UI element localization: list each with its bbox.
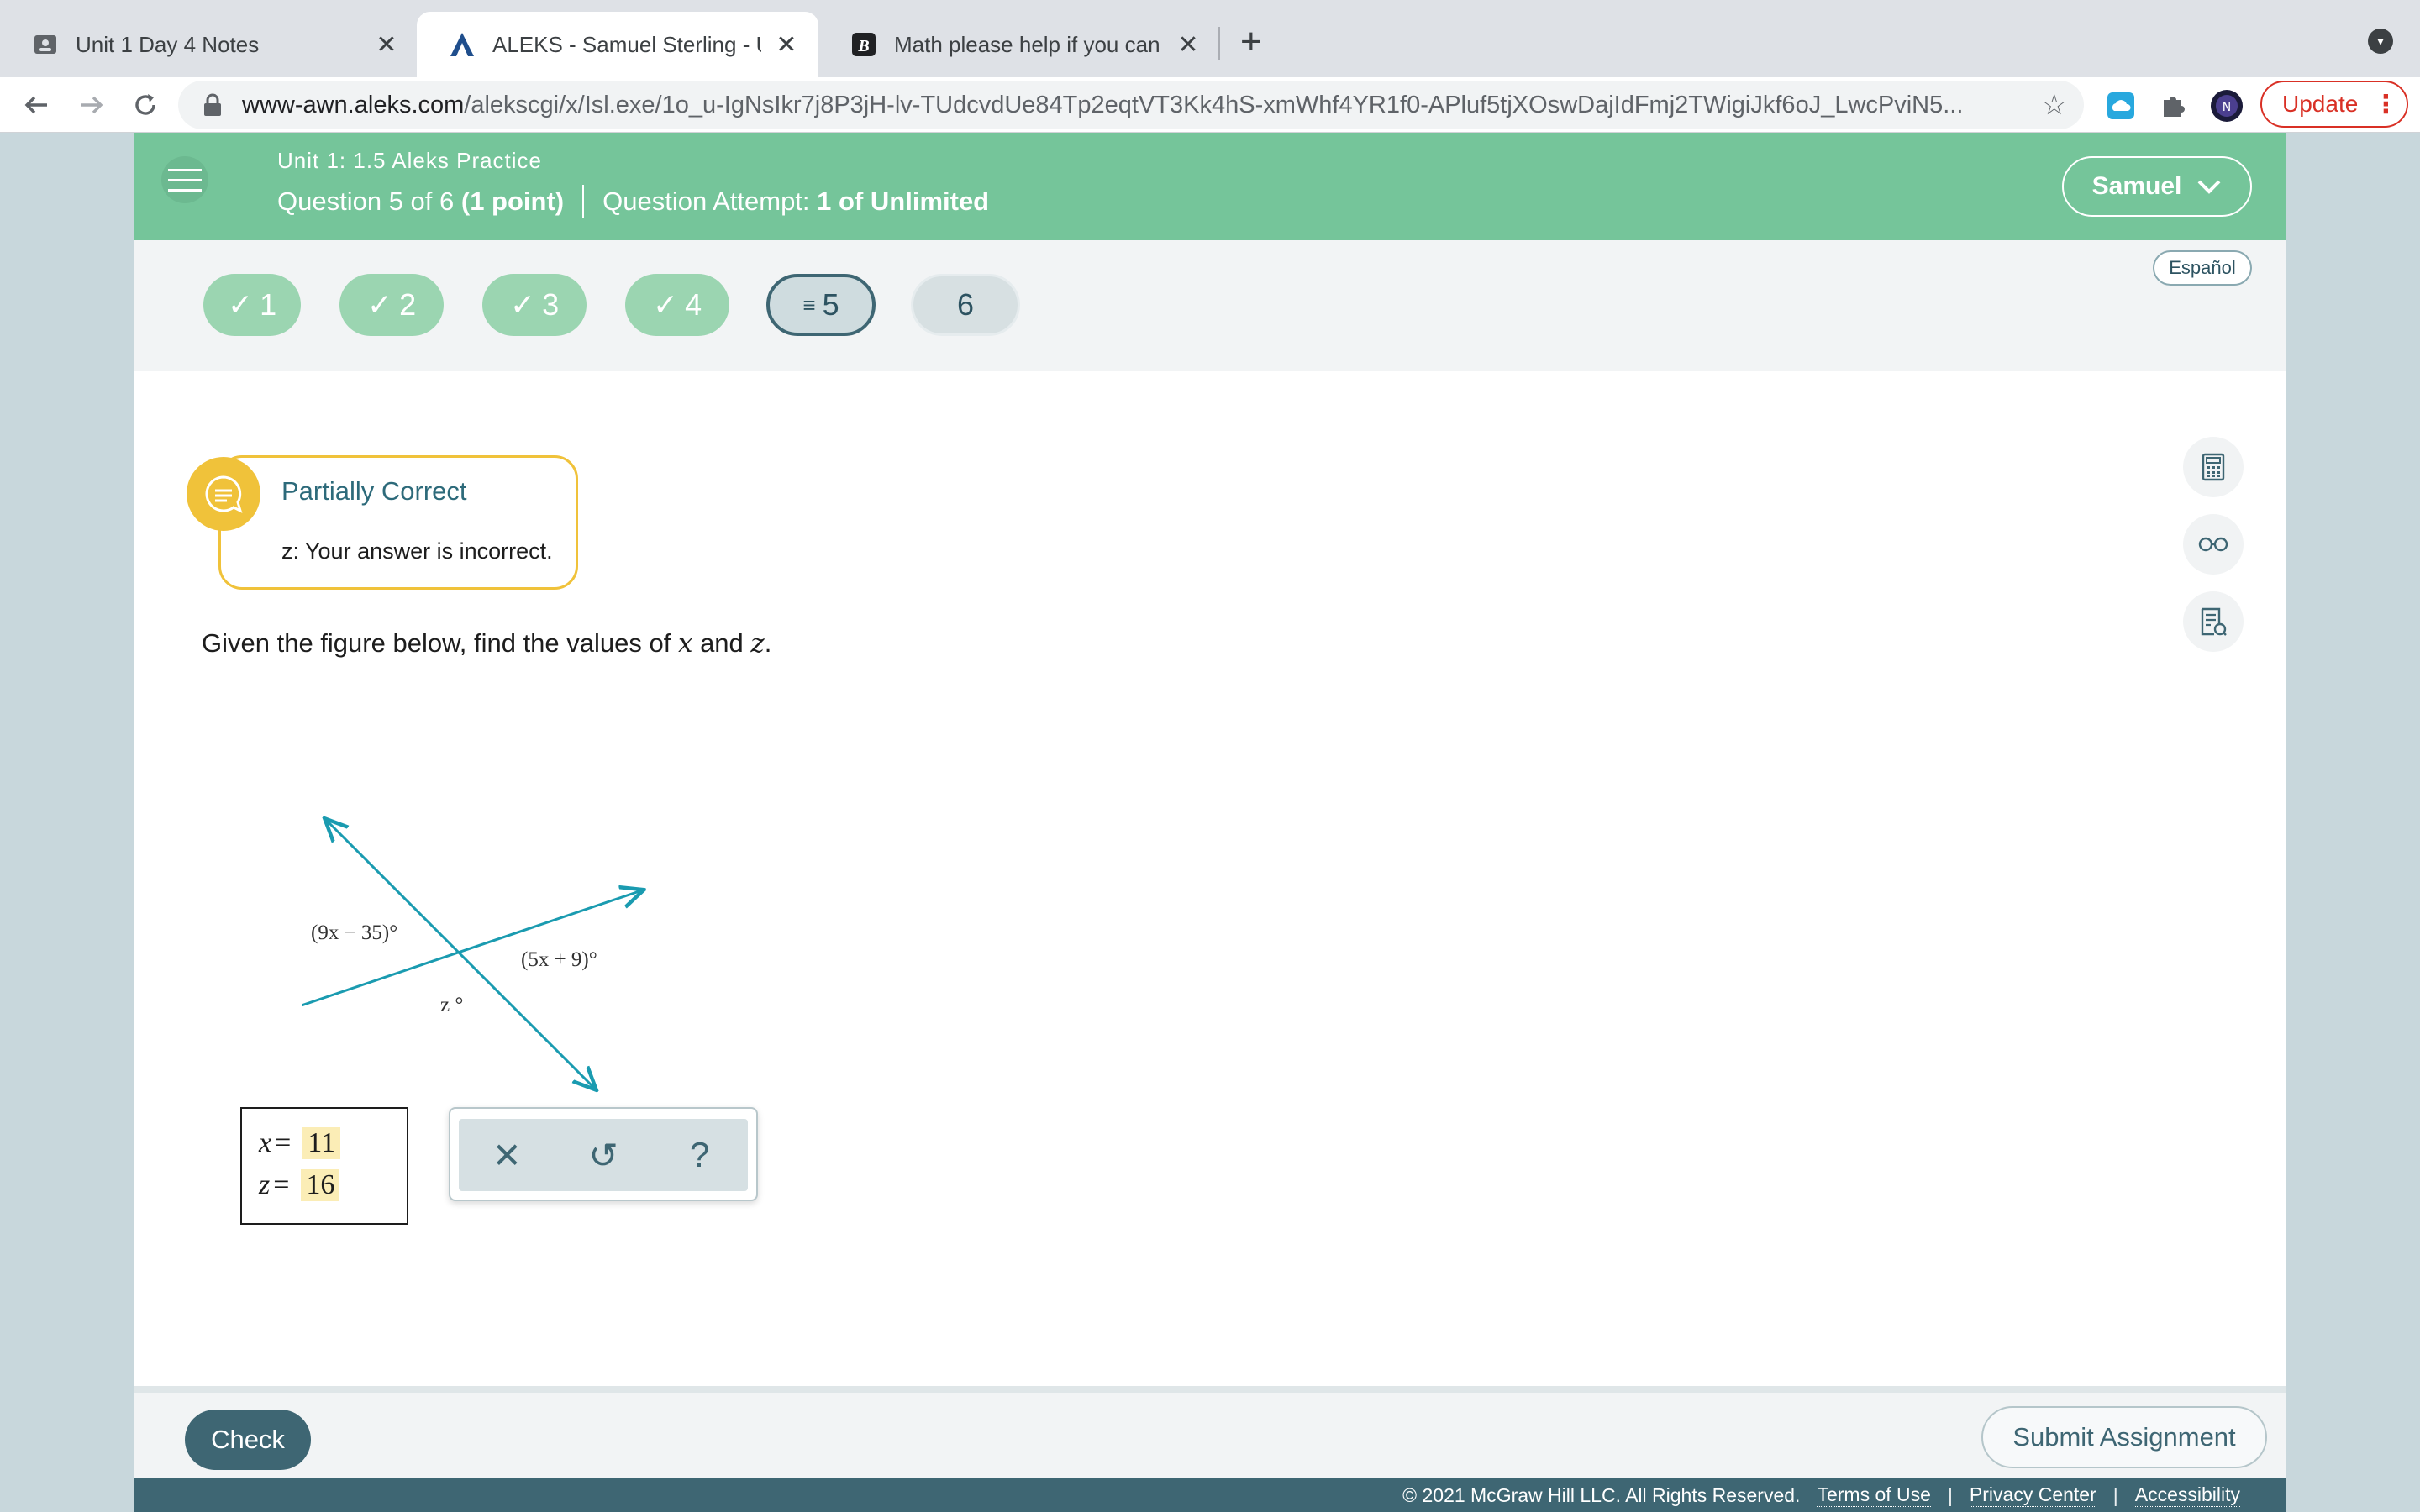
answer-row-x: x = 11 bbox=[259, 1127, 341, 1159]
help-icon[interactable]: ? bbox=[675, 1130, 725, 1180]
question-pill-2[interactable]: ✓ 2 bbox=[339, 274, 444, 336]
question-pill-3[interactable]: ✓ 3 bbox=[482, 274, 587, 336]
chat-bubble-icon bbox=[187, 457, 260, 531]
question-status: Question 5 of 6 (1 point) Question Attem… bbox=[277, 185, 989, 218]
chevron-down-icon bbox=[2197, 180, 2221, 194]
cloud-extension-icon[interactable] bbox=[2104, 89, 2138, 123]
reload-icon[interactable] bbox=[124, 84, 166, 126]
question-pill-5[interactable]: ≡ 5 bbox=[766, 274, 876, 336]
back-arrow-icon[interactable] bbox=[15, 84, 57, 126]
tab-separator bbox=[1218, 27, 1220, 60]
checkmark-icon: ✓ bbox=[366, 287, 393, 322]
user-name: Samuel bbox=[2091, 172, 2182, 200]
classroom-icon bbox=[32, 31, 59, 58]
copyright-text: © 2021 McGraw Hill LLC. All Rights Reser… bbox=[1402, 1483, 1801, 1506]
bookmark-star-icon[interactable]: ☆ bbox=[2042, 88, 2067, 122]
answer-box: x = 11 z = 16 bbox=[240, 1107, 408, 1225]
svg-text:B: B bbox=[857, 37, 869, 55]
url-text: www-awn.aleks.com/alekscgi/x/Isl.exe/1o_… bbox=[242, 91, 1964, 118]
submit-assignment-button[interactable]: Submit Assignment bbox=[1981, 1406, 2267, 1468]
textbook-icon[interactable] bbox=[2183, 591, 2244, 652]
tab-title: Math please help if you can (I c bbox=[894, 31, 1163, 57]
browser-tab-strip: Unit 1 Day 4 Notes ✕ ALEKS - Samuel Ster… bbox=[0, 0, 2420, 77]
answer-keypad: ✕ ↺ ? bbox=[449, 1107, 758, 1201]
action-footer: Check Submit Assignment bbox=[134, 1386, 2286, 1478]
menu-dots-icon: ⋮ bbox=[2373, 90, 2399, 118]
hamburger-menu-icon[interactable] bbox=[161, 156, 208, 203]
brainly-logo-icon: B bbox=[850, 31, 877, 58]
feedback-title: Partially Correct bbox=[281, 476, 467, 506]
angle-label-bottom: z ° bbox=[440, 994, 463, 1016]
forward-arrow-icon[interactable] bbox=[71, 84, 113, 126]
undo-icon[interactable]: ↺ bbox=[578, 1130, 629, 1180]
lock-icon[interactable] bbox=[202, 92, 224, 118]
angle-label-right: (5x + 9)° bbox=[521, 948, 597, 971]
tab-title: ALEKS - Samuel Sterling - Unit bbox=[492, 31, 761, 57]
glasses-icon[interactable] bbox=[2183, 514, 2244, 575]
terms-link[interactable]: Terms of Use bbox=[1817, 1483, 1931, 1507]
tab-close-icon[interactable]: ✕ bbox=[773, 30, 800, 60]
feedback-box: Partially Correct z: Your answer is inco… bbox=[218, 455, 578, 590]
browser-tab-brainly[interactable]: B Math please help if you can (I c ✕ bbox=[818, 12, 1220, 77]
user-menu-button[interactable]: Samuel bbox=[2062, 156, 2252, 217]
attempt-value: 1 of Unlimited bbox=[817, 186, 990, 216]
question-text: Given the figure below, find the values … bbox=[202, 628, 772, 659]
angle-label-top-left: (9x − 35)° bbox=[311, 921, 397, 944]
header-divider bbox=[582, 185, 585, 218]
aleks-page: Unit 1: 1.5 Aleks Practice Question 5 of… bbox=[134, 133, 2286, 1512]
extensions-puzzle-icon[interactable] bbox=[2156, 89, 2190, 123]
checkmark-icon: ✓ bbox=[227, 287, 254, 322]
answer-input-x[interactable]: 11 bbox=[302, 1127, 341, 1159]
check-button[interactable]: Check bbox=[185, 1410, 311, 1470]
question-pill-4[interactable]: ✓ 4 bbox=[625, 274, 729, 336]
question-pill-6[interactable]: 6 bbox=[911, 274, 1020, 336]
profile-avatar[interactable]: N bbox=[2210, 89, 2244, 123]
assignment-header: Unit 1: 1.5 Aleks Practice Question 5 of… bbox=[134, 133, 2286, 240]
list-lines-icon: ≡ bbox=[802, 291, 816, 318]
tab-title: Unit 1 Day 4 Notes bbox=[76, 31, 260, 57]
accessibility-link[interactable]: Accessibility bbox=[2134, 1483, 2240, 1507]
assignment-title: Unit 1: 1.5 Aleks Practice bbox=[277, 148, 543, 173]
tab-search-icon[interactable]: ▾ bbox=[2368, 29, 2393, 54]
espanol-button[interactable]: Español bbox=[2153, 250, 2252, 286]
privacy-link[interactable]: Privacy Center bbox=[1969, 1483, 2096, 1507]
attempt-label: Question Attempt: bbox=[602, 186, 810, 216]
feedback-message: z: Your answer is incorrect. bbox=[281, 538, 553, 564]
checkmark-icon: ✓ bbox=[509, 287, 536, 322]
question-pill-1[interactable]: ✓ 1 bbox=[203, 274, 301, 336]
tab-close-icon[interactable]: ✕ bbox=[373, 30, 400, 60]
answer-input-z[interactable]: 16 bbox=[301, 1169, 340, 1201]
clear-icon[interactable]: ✕ bbox=[481, 1130, 532, 1180]
calculator-icon[interactable] bbox=[2183, 437, 2244, 497]
legal-bar: © 2021 McGraw Hill LLC. All Rights Reser… bbox=[134, 1478, 2286, 1512]
svg-text:N: N bbox=[2223, 101, 2231, 114]
question-counter: Question 5 of 6 bbox=[277, 186, 455, 216]
address-bar[interactable]: www-awn.aleks.com/alekscgi/x/Isl.exe/1o_… bbox=[178, 81, 2084, 129]
chrome-update-button[interactable]: Update ⋮ bbox=[2260, 81, 2408, 128]
browser-tab-notes[interactable]: Unit 1 Day 4 Notes ✕ bbox=[0, 12, 418, 77]
browser-tab-aleks[interactable]: ALEKS - Samuel Sterling - Unit ✕ bbox=[417, 12, 818, 77]
update-label: Update bbox=[2282, 91, 2359, 117]
new-tab-button[interactable]: + bbox=[1240, 24, 1262, 60]
browser-toolbar: www-awn.aleks.com/alekscgi/x/Isl.exe/1o_… bbox=[0, 77, 2420, 133]
answer-row-z: z = 16 bbox=[259, 1169, 340, 1201]
aleks-logo-icon bbox=[449, 31, 476, 58]
question-points: (1 point) bbox=[460, 186, 565, 216]
checkmark-icon: ✓ bbox=[652, 287, 679, 322]
question-navigator: ✓ 1 ✓ 2 ✓ 3 ✓ 4 ≡ 5 6 bbox=[134, 240, 2286, 371]
tab-close-icon[interactable]: ✕ bbox=[1175, 30, 1202, 60]
